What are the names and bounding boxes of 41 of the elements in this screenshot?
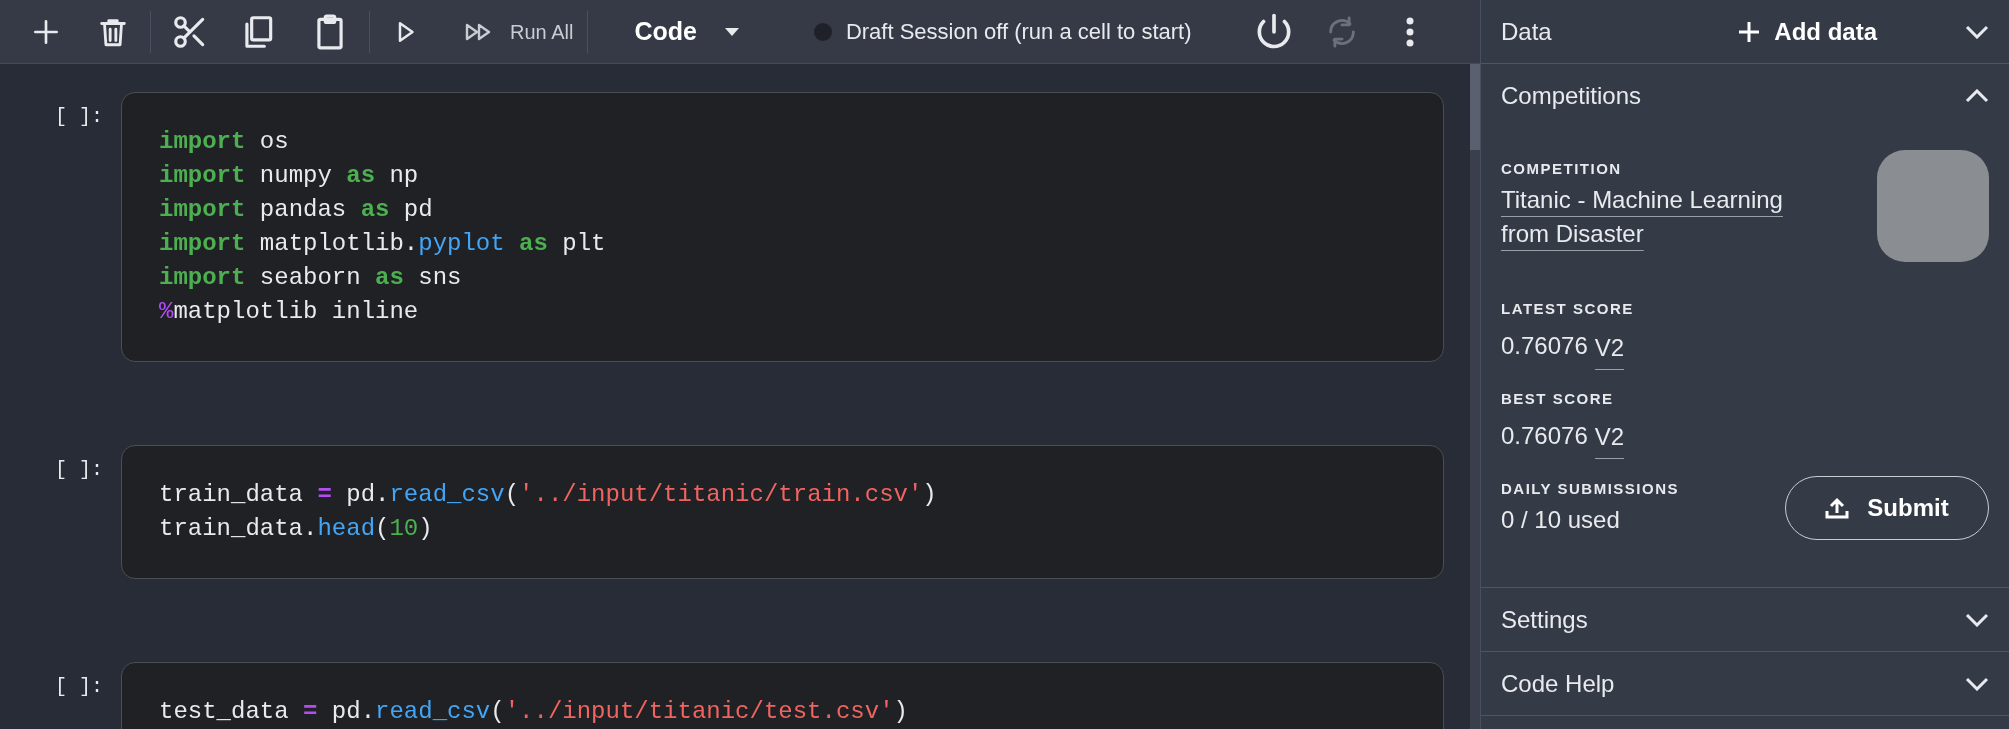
code-line: train_data.head(10)	[159, 514, 434, 544]
score-label: LATEST SCORE	[1501, 299, 1635, 319]
section-header[interactable]: Code Help	[1501, 665, 1615, 702]
code-line: %matplotlib inline	[159, 297, 420, 327]
scrollbar[interactable]	[1470, 64, 1480, 729]
add-data-button[interactable]: Add data	[1738, 13, 1877, 50]
version-link[interactable]: V2	[1594, 332, 1625, 370]
code-cell[interactable]: test_data = pd.read_csv('../input/titanic/test.csv')	[121, 662, 1444, 729]
session-status-text: Draft Session off (run a cell to start)	[845, 18, 1192, 46]
code-cell[interactable]: import os import numpy as np import pandas as pd import matplotlib.pyplot as plt import seaborn as sns %matplotlib inline	[121, 92, 1444, 362]
score-label: DAILY SUBMISSIONS	[1501, 478, 1680, 499]
competition-link[interactable]: Titanic - Machine Learning from Disaster	[1501, 182, 1831, 251]
competition-label: COMPETITION	[1501, 159, 1623, 179]
score-value: 0.76076	[1501, 331, 1588, 361]
run-all-button[interactable]: Run All	[464, 16, 574, 47]
chevron-down-icon[interactable]	[1965, 24, 1989, 39]
cell-type-dropdown[interactable]: Code	[634, 12, 739, 51]
score-value: 0.76076	[1501, 420, 1588, 451]
chevron-down-icon[interactable]	[1965, 612, 1989, 627]
chevron-up-icon[interactable]	[1965, 89, 1989, 103]
section-header[interactable]: Settings	[1501, 601, 1588, 638]
upload-icon	[1825, 497, 1850, 519]
code-line: import seaborn as sns	[159, 263, 463, 293]
section-header[interactable]: Competitions	[1501, 78, 1642, 114]
score-label: BEST SCORE	[1501, 388, 1615, 409]
score-value: 0 / 10 used	[1501, 505, 1620, 536]
code-line: import pandas as pd	[159, 195, 434, 225]
code-line: test_data = pd.read_csv('../input/titanic/test.csv')	[159, 697, 909, 727]
section-header[interactable]: Data	[1501, 13, 1552, 50]
chevron-down-icon[interactable]	[1965, 676, 1989, 691]
code-line: train_data = pd.read_csv('../input/titanic/train.csv')	[159, 480, 938, 510]
caret-icon	[724, 27, 739, 36]
code-line: import matplotlib.pyplot as plt	[159, 229, 607, 259]
version-link[interactable]: V2	[1594, 422, 1625, 459]
plus-icon	[1738, 20, 1761, 43]
cell-prompt: [ ]:	[54, 674, 104, 700]
code-cell[interactable]: train_data = pd.read_csv('../input/titanic/train.csv') train_data.head(10)	[121, 445, 1444, 579]
cell-prompt: [ ]:	[54, 457, 104, 483]
cell-prompt: [ ]:	[54, 104, 104, 130]
code-line: import numpy as np	[159, 161, 420, 191]
code-line: import os	[159, 127, 290, 157]
